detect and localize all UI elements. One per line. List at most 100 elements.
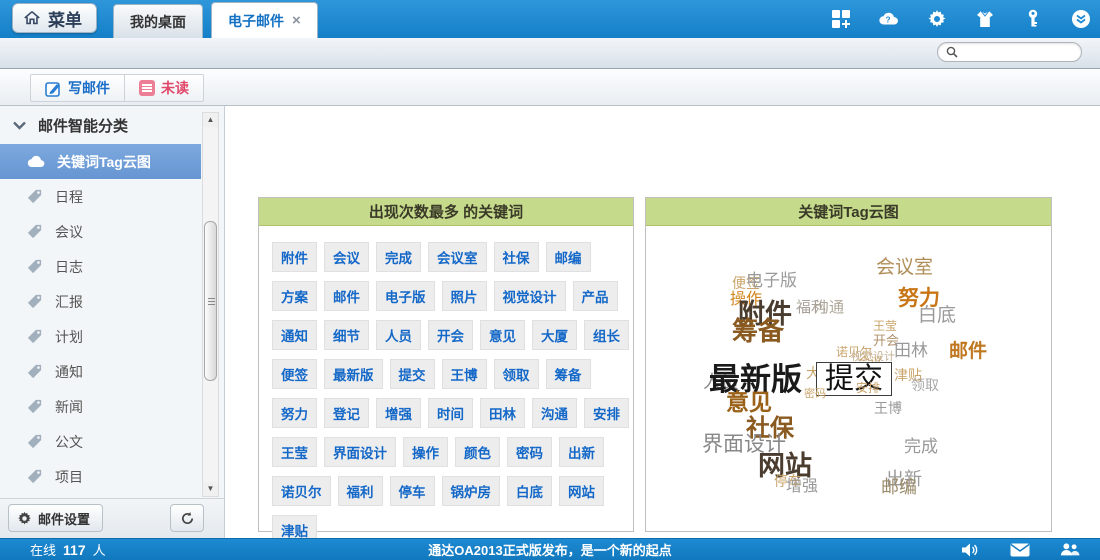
keyword-button[interactable]: 视觉设计 [494, 281, 566, 311]
help-cloud-icon[interactable]: ? [878, 8, 900, 30]
keyword-button[interactable]: 领取 [494, 359, 539, 389]
keyword-button[interactable]: 电子版 [376, 281, 435, 311]
keyword-button[interactable]: 筹备 [546, 359, 591, 389]
key-icon[interactable] [1022, 8, 1044, 30]
keyword-button[interactable]: 锅炉房 [442, 476, 501, 506]
collapse-chevrons-icon[interactable] [1070, 8, 1092, 30]
sidebar-scrollbar[interactable]: ▲ ▼ [202, 112, 219, 497]
settings-gear-icon[interactable] [926, 8, 948, 30]
tagcloud-word[interactable]: 王博 [874, 401, 902, 416]
main-content: 出现次数最多 的关键词 附件会议完成会议室社保邮编方案邮件电子版照片视觉设计产品… [225, 106, 1100, 538]
keyword-button[interactable]: 安排 [584, 398, 629, 428]
keyword-button[interactable]: 通知 [272, 320, 317, 350]
tagcloud-word[interactable]: 安排 [856, 382, 880, 395]
keyword-button[interactable]: 完成 [376, 242, 421, 272]
gear-icon [17, 511, 32, 526]
tagcloud-word[interactable]: 王莹 [873, 320, 897, 333]
keyword-button[interactable]: 福利 [338, 476, 383, 506]
tag-icon [26, 293, 43, 310]
keyword-button[interactable]: 意见 [480, 320, 525, 350]
sidebar-item[interactable]: 汇报 [0, 284, 224, 319]
sub-bar [0, 38, 1100, 69]
refresh-button[interactable] [170, 504, 204, 532]
keyword-button[interactable]: 会议室 [428, 242, 487, 272]
tagcloud-word[interactable]: 邮件 [949, 342, 987, 362]
keyword-row: 努力登记增强时间田林沟通安排 [272, 398, 621, 428]
search-box[interactable] [937, 42, 1082, 62]
tagcloud-word[interactable]: 沟通 [814, 300, 844, 316]
tagcloud-word[interactable]: 白底 [918, 306, 956, 326]
keyword-button[interactable]: 操作 [403, 437, 448, 467]
sidebar-item[interactable]: 通知 [0, 354, 224, 389]
keyword-button[interactable]: 白底 [507, 476, 552, 506]
tagcloud-word[interactable]: 完成 [904, 438, 938, 456]
tagcloud-word[interactable]: 意见 [726, 390, 772, 414]
tab-email[interactable]: 电子邮件 × [211, 2, 318, 38]
search-input[interactable] [963, 45, 1073, 59]
keyword-button[interactable]: 界面设计 [324, 437, 396, 467]
keyword-button[interactable]: 会议 [324, 242, 369, 272]
keyword-button[interactable]: 附件 [272, 242, 317, 272]
keyword-button[interactable]: 开会 [428, 320, 473, 350]
tagcloud-word[interactable]: 领取 [911, 378, 939, 393]
tagcloud-word[interactable]: 邮编 [881, 478, 917, 497]
keyword-button[interactable]: 停车 [390, 476, 435, 506]
tagcloud-word[interactable]: 密码 [804, 389, 826, 401]
keyword-button[interactable]: 沟通 [532, 398, 577, 428]
keyword-button[interactable]: 细节 [324, 320, 369, 350]
keyword-button[interactable]: 登记 [324, 398, 369, 428]
compose-mail-button[interactable]: 写邮件 [31, 75, 124, 101]
users-icon[interactable] [1060, 542, 1080, 558]
mail-settings-button[interactable]: 邮件设置 [8, 504, 103, 532]
keyword-button[interactable]: 时间 [428, 398, 473, 428]
keyword-button[interactable]: 邮编 [546, 242, 591, 272]
keyword-button[interactable]: 王莹 [272, 437, 317, 467]
keyword-button[interactable]: 大厦 [532, 320, 577, 350]
keyword-button[interactable]: 网站 [559, 476, 604, 506]
keyword-button[interactable]: 邮件 [324, 281, 369, 311]
tagcloud-word[interactable]: 筹备 [732, 318, 784, 345]
scroll-up-arrow[interactable]: ▲ [203, 113, 218, 127]
keyword-button[interactable]: 王博 [442, 359, 487, 389]
keyword-button[interactable]: 方案 [272, 281, 317, 311]
keyword-button[interactable]: 颜色 [455, 437, 500, 467]
sidebar-item[interactable]: 会议 [0, 214, 224, 249]
keyword-button[interactable]: 照片 [442, 281, 487, 311]
mail-icon[interactable] [1010, 542, 1030, 558]
sidebar-item[interactable]: 项目 [0, 459, 224, 494]
tab-my-desktop[interactable]: 我的桌面 [113, 4, 203, 38]
sidebar-item[interactable]: 计划 [0, 319, 224, 354]
keyword-button[interactable]: 出新 [559, 437, 604, 467]
sidebar-item[interactable]: 日程 [0, 179, 224, 214]
keyword-button[interactable]: 最新版 [324, 359, 383, 389]
tab-close-icon[interactable]: × [292, 12, 301, 29]
theme-shirt-icon[interactable] [974, 8, 996, 30]
tagcloud-word[interactable]: 提交 [816, 362, 892, 396]
keyword-button[interactable]: 人员 [376, 320, 421, 350]
keyword-button[interactable]: 增强 [376, 398, 421, 428]
scroll-down-arrow[interactable]: ▼ [203, 482, 218, 496]
keyword-button[interactable]: 密码 [507, 437, 552, 467]
keyword-button[interactable]: 便签 [272, 359, 317, 389]
keyword-button[interactable]: 组长 [584, 320, 629, 350]
tagcloud-word[interactable]: 增强 [786, 479, 818, 496]
keyword-button[interactable]: 产品 [573, 281, 618, 311]
keyword-button[interactable]: 田林 [480, 398, 525, 428]
apps-grid-icon[interactable] [830, 8, 852, 30]
sidebar-item[interactable]: 新闻 [0, 389, 224, 424]
sidebar-section-header[interactable]: 邮件智能分类 [0, 106, 224, 144]
tagcloud-word[interactable]: 电子版 [746, 272, 797, 290]
tagcloud-word[interactable]: 田林 [894, 342, 928, 360]
sidebar-item-tagcloud[interactable]: 关键词Tag云图 [0, 144, 201, 179]
sidebar-item[interactable]: 日志 [0, 249, 224, 284]
menu-button[interactable]: 菜单 [12, 3, 97, 33]
keyword-button[interactable]: 努力 [272, 398, 317, 428]
keyword-button[interactable]: 提交 [390, 359, 435, 389]
tagcloud-word[interactable]: 会议室 [876, 258, 933, 278]
scrollbar-thumb[interactable] [204, 221, 217, 381]
keyword-button[interactable]: 诺贝尔 [272, 476, 331, 506]
keyword-button[interactable]: 社保 [494, 242, 539, 272]
speaker-icon[interactable] [960, 542, 980, 558]
sidebar-item[interactable]: 公文 [0, 424, 224, 459]
unread-mail-button[interactable]: 未读 [124, 75, 203, 101]
